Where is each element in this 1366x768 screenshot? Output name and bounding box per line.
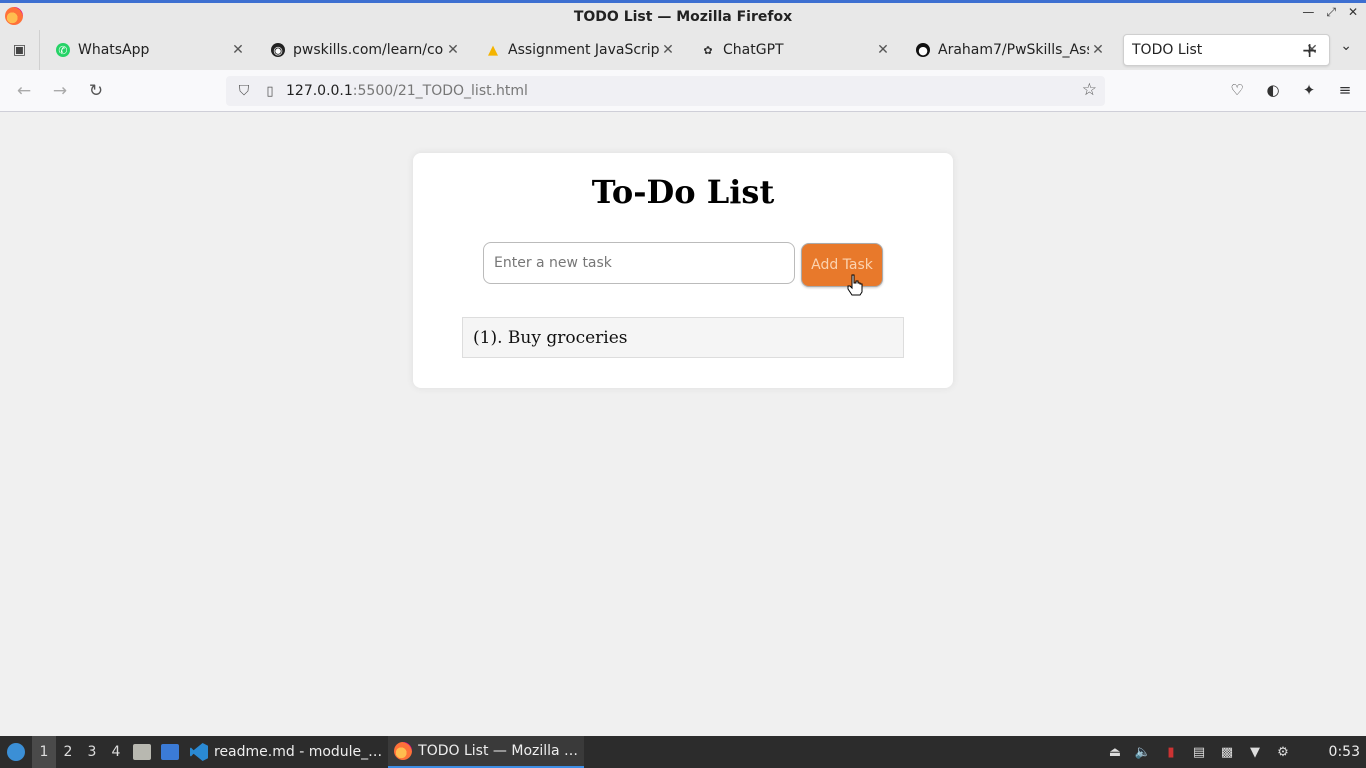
hand-cursor-icon — [847, 274, 863, 296]
google-drive-icon: ▲ — [488, 42, 498, 58]
reload-icon[interactable]: ↻ — [78, 73, 114, 109]
window-title: TODO List — Mozilla Firefox — [573, 8, 793, 25]
page-title: To-Do List — [591, 173, 775, 211]
vscode-icon — [190, 743, 208, 761]
pwskills-icon: ◉ — [271, 43, 285, 57]
url-bar[interactable]: ⛉ ▯ 127.0.0.1:5500/21_TODO_list.html ☆ — [226, 76, 1105, 106]
forward-icon[interactable]: → — [42, 73, 78, 109]
page-icon[interactable]: ▯ — [258, 84, 282, 99]
workspace-3[interactable]: 3 — [80, 736, 104, 768]
chatgpt-icon: ✿ — [703, 43, 713, 57]
toolbar-actions: ♡ ◐ ✦ ≡ — [1226, 74, 1356, 106]
taskbar-app-vscode[interactable]: readme.md - module_… — [184, 736, 388, 768]
url-host: 127.0.0.1 — [286, 83, 353, 99]
tab-strip: ▣ ✆ WhatsApp ✕ ◉ pwskills.com/learn/cou … — [0, 30, 1366, 70]
window-titlebar: TODO List — Mozilla Firefox — ⤢ ✕ — [0, 0, 1366, 30]
tab-whatsapp[interactable]: ✆ WhatsApp ✕ — [48, 34, 255, 66]
back-icon[interactable]: ← — [6, 73, 42, 109]
close-tab-icon[interactable]: ✕ — [1089, 42, 1107, 58]
task-item[interactable]: (1). Buy groceries — [462, 317, 904, 358]
menu-icon[interactable]: ≡ — [1334, 74, 1356, 106]
tab-label: Assignment JavaScript — [508, 42, 659, 58]
url-path: :5500/21_TODO_list.html — [352, 83, 528, 99]
firefox-logo-icon — [5, 7, 23, 25]
tab-pwskills[interactable]: ◉ pwskills.com/learn/cou ✕ — [263, 34, 470, 66]
tab-label: WhatsApp — [78, 42, 150, 58]
wifi-icon[interactable]: ▼ — [1246, 743, 1264, 761]
firefox-icon — [394, 742, 413, 760]
volume-icon[interactable]: 🔈 — [1134, 743, 1152, 761]
navigation-toolbar: ← → ↻ ⛉ ▯ 127.0.0.1:5500/21_TODO_list.ht… — [0, 70, 1366, 112]
minimize-icon[interactable]: — — [1302, 5, 1314, 20]
system-tray: ⏏ 🔈 ▮ ▤ ▩ ▼ ⚙ — [1106, 736, 1292, 768]
task-list: (1). Buy groceries — [462, 317, 904, 358]
github-icon: ● — [916, 43, 930, 57]
add-task-button[interactable]: Add Task — [801, 243, 883, 287]
taskbar-app-label: TODO List — Mozilla … — [418, 743, 579, 759]
close-window-icon[interactable]: ✕ — [1348, 5, 1358, 20]
close-tab-icon[interactable]: ✕ — [444, 42, 462, 58]
workspace-2[interactable]: 2 — [56, 736, 80, 768]
extensions-icon[interactable]: ✦ — [1298, 74, 1320, 106]
desktop-icon[interactable] — [156, 736, 184, 768]
maximize-icon[interactable]: ⤢ — [1326, 5, 1336, 20]
account-icon[interactable]: ◐ — [1262, 74, 1284, 106]
system-clock[interactable]: 0:53 — [1329, 736, 1360, 768]
taskbar-app-label: readme.md - module_… — [214, 744, 383, 760]
tab-github[interactable]: ● Araham7/PwSkills_Ass ✕ — [908, 34, 1115, 66]
start-menu-icon[interactable] — [0, 736, 32, 768]
todo-card: To-Do List Add Task (1). Buy groceries — [413, 153, 953, 388]
notifications-icon[interactable]: ▩ — [1218, 743, 1236, 761]
whatsapp-icon: ✆ — [56, 43, 70, 57]
battery-icon[interactable]: ▮ — [1162, 743, 1180, 761]
new-task-input[interactable] — [483, 242, 795, 284]
tab-chatgpt[interactable]: ✿ ChatGPT ✕ — [693, 34, 900, 66]
page-viewport: To-Do List Add Task (1). Buy groceries — [0, 113, 1366, 736]
window-controls: — ⤢ ✕ — [1302, 5, 1358, 20]
workspace-4[interactable]: 4 — [104, 736, 128, 768]
shield-icon[interactable]: ⛉ — [230, 83, 258, 99]
system-taskbar: 1 2 3 4 readme.md - module_… TODO List —… — [0, 736, 1366, 768]
bookmark-star-icon[interactable]: ☆ — [1082, 80, 1097, 100]
taskbar-app-firefox[interactable]: TODO List — Mozilla … — [388, 736, 585, 768]
tab-label: pwskills.com/learn/cou — [293, 42, 444, 58]
tab-label: ChatGPT — [723, 42, 784, 58]
tab-label: TODO List — [1132, 42, 1203, 58]
chevron-down-icon[interactable]: ⌄ — [1340, 38, 1352, 54]
firefox-view-icon[interactable]: ▣ — [0, 30, 40, 70]
settings-icon[interactable]: ⚙ — [1274, 743, 1292, 761]
tab-assignment[interactable]: ▲ Assignment JavaScript ✕ — [478, 34, 685, 66]
clipboard-icon[interactable]: ▤ — [1190, 743, 1208, 761]
close-tab-icon[interactable]: ✕ — [229, 42, 247, 58]
new-tab-icon[interactable]: + — [1301, 38, 1318, 62]
pocket-icon[interactable]: ♡ — [1226, 74, 1248, 106]
tab-label: Araham7/PwSkills_Ass — [938, 42, 1089, 58]
close-tab-icon[interactable]: ✕ — [874, 42, 892, 58]
tab-todo-list[interactable]: TODO List ✕ — [1123, 34, 1330, 66]
updates-icon[interactable]: ⏏ — [1106, 743, 1124, 761]
workspace-1[interactable]: 1 — [32, 736, 56, 768]
close-tab-icon[interactable]: ✕ — [659, 42, 677, 58]
file-manager-icon[interactable] — [128, 736, 156, 768]
